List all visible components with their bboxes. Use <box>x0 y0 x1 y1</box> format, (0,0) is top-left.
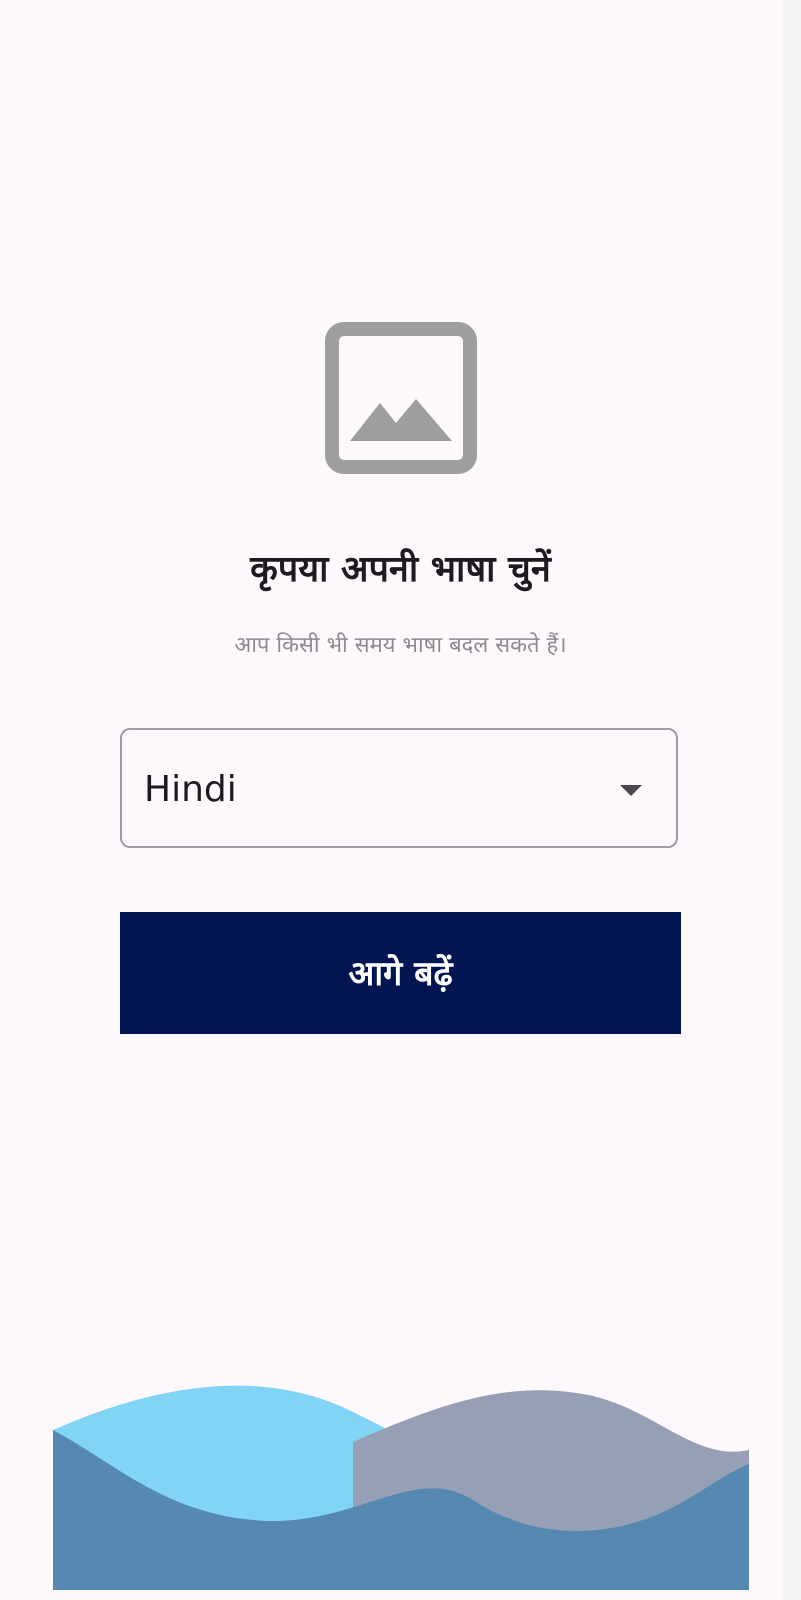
page-subtitle: आप किसी भी समय भाषा बदल सकते हैं। <box>234 633 567 658</box>
language-selection-screen: कृपया अपनी भाषा चुनें आप किसी भी समय भाष… <box>0 0 801 1600</box>
wave-decoration <box>53 1372 749 1590</box>
image-placeholder-icon <box>324 321 478 475</box>
language-dropdown[interactable]: Hindi <box>120 728 678 848</box>
selected-language: Hindi <box>144 769 237 810</box>
dropdown-arrow-icon <box>620 785 642 796</box>
page-title: कृपया अपनी भाषा चुनें <box>250 549 551 590</box>
continue-button[interactable]: आगे बढ़ें <box>120 912 681 1034</box>
edge-strip <box>783 0 801 1600</box>
